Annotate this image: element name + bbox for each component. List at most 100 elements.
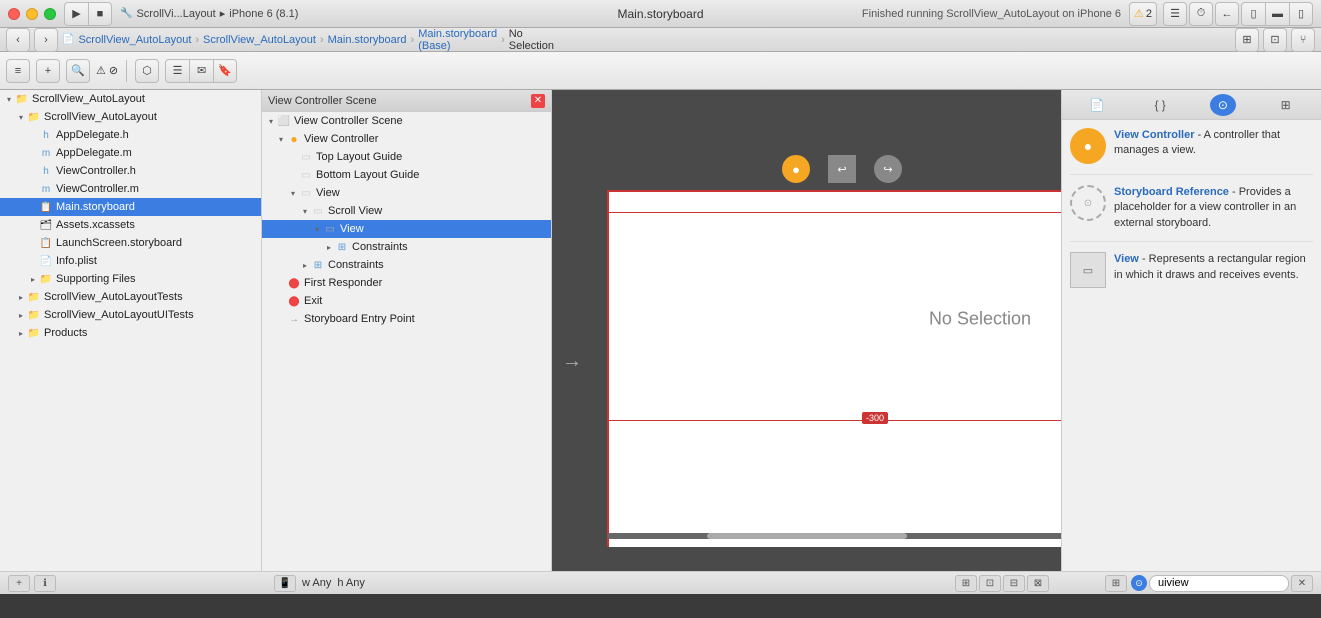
disclosure-view[interactable]	[288, 189, 298, 198]
nav-next-button[interactable]: ›	[34, 28, 58, 52]
assistant-editor-btn[interactable]: ⊡	[1263, 28, 1287, 52]
play-button[interactable]: ▶	[64, 2, 88, 26]
layout-btn3[interactable]: ⊟	[1003, 575, 1025, 592]
nav-prev-button[interactable]: ‹	[6, 28, 30, 52]
bottom-layout-label: Bottom Layout Guide	[316, 169, 419, 181]
disclosure-tests[interactable]	[16, 293, 26, 302]
tree-constraints1[interactable]: ⊞ Constraints	[262, 238, 551, 256]
minimize-button[interactable]	[26, 8, 38, 20]
sidebar-bottom-toggle[interactable]: ▬	[1265, 2, 1289, 26]
disclosure-vc[interactable]	[276, 135, 286, 144]
standard-editor-btn[interactable]: ⊞	[1235, 28, 1259, 52]
list-btn[interactable]: ☰	[165, 59, 189, 83]
sidebar-item-tests[interactable]: 📁 ScrollView_AutoLayoutTests	[0, 288, 261, 306]
disclosure-inner-view[interactable]	[312, 225, 322, 234]
sidebar-item-supporting[interactable]: 📁 Supporting Files	[0, 270, 261, 288]
tree-first-responder[interactable]: ⬤ First Responder	[262, 274, 551, 292]
sidebar-item-assets[interactable]: 🗂 Assets.xcassets	[0, 216, 261, 234]
app-icon: 🔧	[120, 8, 132, 19]
back-button[interactable]: ←	[1215, 2, 1239, 26]
tree-vc[interactable]: ● View Controller	[262, 130, 551, 148]
layout-btn4[interactable]: ⊠	[1027, 575, 1049, 592]
tag-btn[interactable]: 🔖	[213, 59, 237, 83]
iphone-frame[interactable]	[607, 190, 1061, 547]
breadcrumb-scrollview[interactable]: ScrollView_AutoLayout	[78, 34, 191, 46]
tree-exit[interactable]: ⬤ Exit	[262, 292, 551, 310]
disclosure-root[interactable]	[4, 95, 14, 104]
h-any-label: h Any	[337, 577, 365, 589]
breadcrumb-base[interactable]: Main.storyboard (Base)	[418, 28, 497, 52]
stop-button[interactable]: ■	[88, 2, 112, 26]
sidebar-right-toggle[interactable]: ▯	[1289, 2, 1313, 26]
quick-help-tab[interactable]: { }	[1147, 94, 1173, 116]
breadcrumb-mainstoryboard[interactable]: Main.storyboard	[328, 34, 407, 46]
sidebar-item-group1[interactable]: 📁 ScrollView_AutoLayout	[0, 108, 261, 126]
tree-inner-view[interactable]: ▭ View	[262, 220, 551, 238]
sidebar-item-products[interactable]: 📁 Products	[0, 324, 261, 342]
sidebar-item-launchscreen[interactable]: 📋 LaunchScreen.storyboard	[0, 234, 261, 252]
tree-vc-scene[interactable]: ⬜ View Controller Scene	[262, 112, 551, 130]
sidebar-item-uitests[interactable]: 📁 ScrollView_AutoLayoutUITests	[0, 306, 261, 324]
activity-button[interactable]: ⏱	[1189, 2, 1213, 26]
layout-btn1[interactable]: ⊞	[955, 575, 977, 592]
panel-vc-text: View Controller - A controller that mana…	[1114, 128, 1313, 159]
add-btn[interactable]: +	[8, 575, 30, 592]
sidebar-item-appdelegate-h[interactable]: h AppDelegate.h	[0, 126, 261, 144]
device-icon[interactable]: 📱	[274, 575, 296, 592]
disclosure-uitests[interactable]	[16, 311, 26, 320]
add-file-btn[interactable]: +	[36, 59, 60, 83]
close-button[interactable]	[8, 8, 20, 20]
file-tab[interactable]: 📄	[1084, 94, 1110, 116]
disclosure-group1[interactable]	[16, 113, 26, 122]
left-panel-toggle[interactable]: ☰	[1163, 2, 1187, 26]
disclosure-vc-scene[interactable]	[266, 117, 276, 126]
sidebar-item-infoplist[interactable]: 📄 Info.plist	[0, 252, 261, 270]
view-label: View	[316, 187, 340, 199]
canvas-content[interactable]: → ● ↩ ↪ No Selection	[552, 90, 1061, 547]
tree-view[interactable]: ▭ View	[262, 184, 551, 202]
clear-search-btn[interactable]: ✕	[1291, 575, 1313, 592]
layout-btn2[interactable]: ⊡	[979, 575, 1001, 592]
disclosure-constraints1[interactable]	[324, 243, 334, 252]
grid-view-btn[interactable]: ⊞	[1105, 575, 1127, 592]
breakpoint-btn[interactable]: ⬡	[135, 59, 159, 83]
scrollbar-thumb[interactable]	[707, 533, 907, 539]
attributes-tab[interactable]: ⊞	[1273, 94, 1299, 116]
warning-count: 2	[1146, 8, 1152, 20]
disclosure-supporting[interactable]	[28, 275, 38, 284]
grid-btn[interactable]: ✉	[189, 59, 213, 83]
close-scene-btn[interactable]: ✕	[531, 94, 545, 108]
products-label: Products	[44, 327, 87, 339]
filter-btn[interactable]: 🔍	[66, 59, 90, 83]
version-editor-btn[interactable]: ⑂	[1291, 28, 1315, 52]
object-search-input[interactable]	[1149, 575, 1289, 592]
horizontal-scrollbar[interactable]	[607, 533, 1061, 539]
toolbar-breadcrumb: ⚠ ⊘	[96, 64, 118, 77]
sidebar-left-toggle[interactable]: ▯	[1241, 2, 1265, 26]
fullscreen-button[interactable]	[44, 8, 56, 20]
h-file-icon2: h	[39, 166, 53, 177]
disclosure-products[interactable]	[16, 329, 26, 338]
tree-scroll-view[interactable]: ▭ Scroll View	[262, 202, 551, 220]
sidebar-item-root[interactable]: 📁 ScrollView_AutoLayout	[0, 90, 261, 108]
tree-bottom-layout[interactable]: ▭ Bottom Layout Guide	[262, 166, 551, 184]
vc-label: View Controller	[304, 133, 378, 145]
sidebar-item-main-storyboard[interactable]: 📋 Main.storyboard	[0, 198, 261, 216]
sidebar-item-viewcontroller-h[interactable]: h ViewController.h	[0, 162, 261, 180]
identity-tab[interactable]: ⊙	[1210, 94, 1236, 116]
sidebar-item-appdelegate-m[interactable]: m AppDelegate.m	[0, 144, 261, 162]
viewcontroller-h-label: ViewController.h	[56, 165, 136, 177]
warning-button[interactable]: ⚠ 2	[1129, 2, 1157, 26]
entry-point-icon: →	[287, 314, 301, 325]
breadcrumb-scrollview2[interactable]: ScrollView_AutoLayout	[203, 34, 316, 46]
tree-top-layout[interactable]: ▭ Top Layout Guide	[262, 148, 551, 166]
info-btn[interactable]: ℹ	[34, 575, 56, 592]
left-nav-toggle-btn[interactable]: ≡	[6, 59, 30, 83]
scroll-view-icon: ▭	[311, 206, 325, 217]
sidebar-item-viewcontroller-m[interactable]: m ViewController.m	[0, 180, 261, 198]
tree-constraints2[interactable]: ⊞ Constraints	[262, 256, 551, 274]
tree-entry-point[interactable]: → Storyboard Entry Point	[262, 310, 551, 328]
disclosure-scroll-view[interactable]	[300, 207, 310, 216]
scene-icons-row: ● ↩ ↪	[782, 155, 902, 183]
disclosure-constraints2[interactable]	[300, 261, 310, 270]
